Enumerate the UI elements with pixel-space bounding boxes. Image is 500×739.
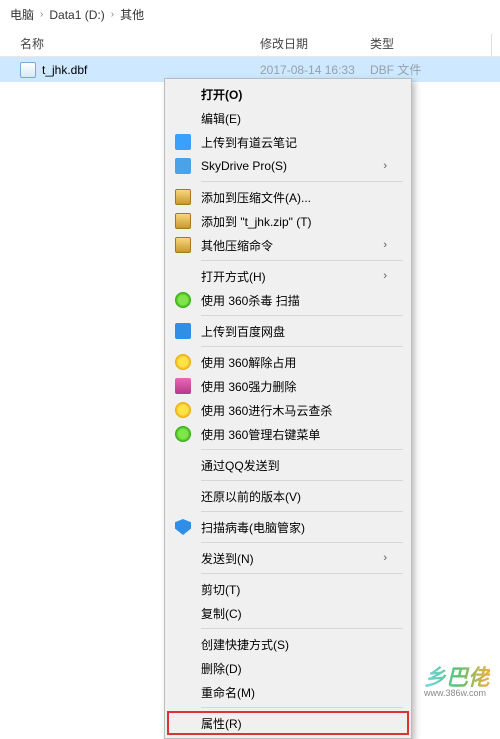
watermark-url: www.386w.com [424,688,486,698]
menu-add-archive[interactable]: 添加到压缩文件(A)... [167,185,409,209]
menu-360-trojan[interactable]: 使用 360进行木马云查杀 [167,398,409,422]
360-icon [175,402,191,418]
file-icon [20,62,36,78]
menu-360-scan[interactable]: 使用 360杀毒 扫描 [167,288,409,312]
breadcrumb-seg[interactable]: 电脑 [10,6,34,23]
breadcrumb-seg[interactable]: 其他 [120,6,144,23]
column-name[interactable]: 名称 [20,35,260,52]
menu-scan-virus[interactable]: 扫描病毒(电脑管家) [167,515,409,539]
context-menu: 打开(O) 编辑(E) 上传到有道云笔记 SkyDrive Pro(S)› 添加… [164,78,412,739]
file-date: 2017-08-14 16:33 [260,63,370,77]
separator [201,707,403,708]
menu-360-release[interactable]: 使用 360解除占用 [167,350,409,374]
menu-properties[interactable]: 属性(R) [167,711,409,735]
menu-skydrive[interactable]: SkyDrive Pro(S)› [167,154,409,178]
menu-360-force-delete[interactable]: 使用 360强力删除 [167,374,409,398]
column-date[interactable]: 修改日期 [260,35,370,52]
menu-restore[interactable]: 还原以前的版本(V) [167,484,409,508]
baidu-icon [175,323,191,339]
column-headers: 名称 修改日期 类型 [0,29,500,57]
separator [201,573,403,574]
separator [201,628,403,629]
rocket-icon [175,378,191,394]
menu-send-qq[interactable]: 通过QQ发送到 [167,453,409,477]
menu-send-to[interactable]: 发送到(N)› [167,546,409,570]
menu-cut[interactable]: 剪切(T) [167,577,409,601]
chevron-right-icon: › [383,270,387,282]
menu-other-compress[interactable]: 其他压缩命令› [167,233,409,257]
menu-upload-baidu[interactable]: 上传到百度网盘 [167,319,409,343]
360-icon [175,354,191,370]
menu-open[interactable]: 打开(O) [167,82,409,106]
separator [201,542,403,543]
menu-add-zip[interactable]: 添加到 "t_jhk.zip" (T) [167,209,409,233]
separator [201,511,403,512]
menu-open-with[interactable]: 打开方式(H)› [167,264,409,288]
separator [201,480,403,481]
chevron-right-icon: › [111,9,114,20]
breadcrumb[interactable]: 电脑 › Data1 (D:) › 其他 [0,0,500,29]
separator [201,181,403,182]
column-type[interactable]: 类型 [370,35,460,52]
chevron-right-icon: › [40,9,43,20]
archive-icon [175,237,191,253]
chevron-right-icon: › [383,160,387,172]
skydrive-icon [175,158,191,174]
separator [201,315,403,316]
menu-delete[interactable]: 删除(D) [167,656,409,680]
column-divider [491,34,492,56]
separator [201,346,403,347]
menu-edit[interactable]: 编辑(E) [167,106,409,130]
menu-create-shortcut[interactable]: 创建快捷方式(S) [167,632,409,656]
360-icon [175,426,191,442]
youdao-icon [175,134,191,150]
360-icon [175,292,191,308]
archive-icon [175,213,191,229]
chevron-right-icon: › [383,239,387,251]
archive-icon [175,189,191,205]
shield-icon [175,519,191,535]
breadcrumb-seg[interactable]: Data1 (D:) [49,8,104,22]
separator [201,260,403,261]
menu-upload-youdao[interactable]: 上传到有道云笔记 [167,130,409,154]
menu-copy[interactable]: 复制(C) [167,601,409,625]
file-type: DBF 文件 [370,61,460,78]
menu-360-manage[interactable]: 使用 360管理右键菜单 [167,422,409,446]
menu-rename[interactable]: 重命名(M) [167,680,409,704]
file-name: t_jhk.dbf [42,63,260,77]
separator [201,449,403,450]
chevron-right-icon: › [383,552,387,564]
